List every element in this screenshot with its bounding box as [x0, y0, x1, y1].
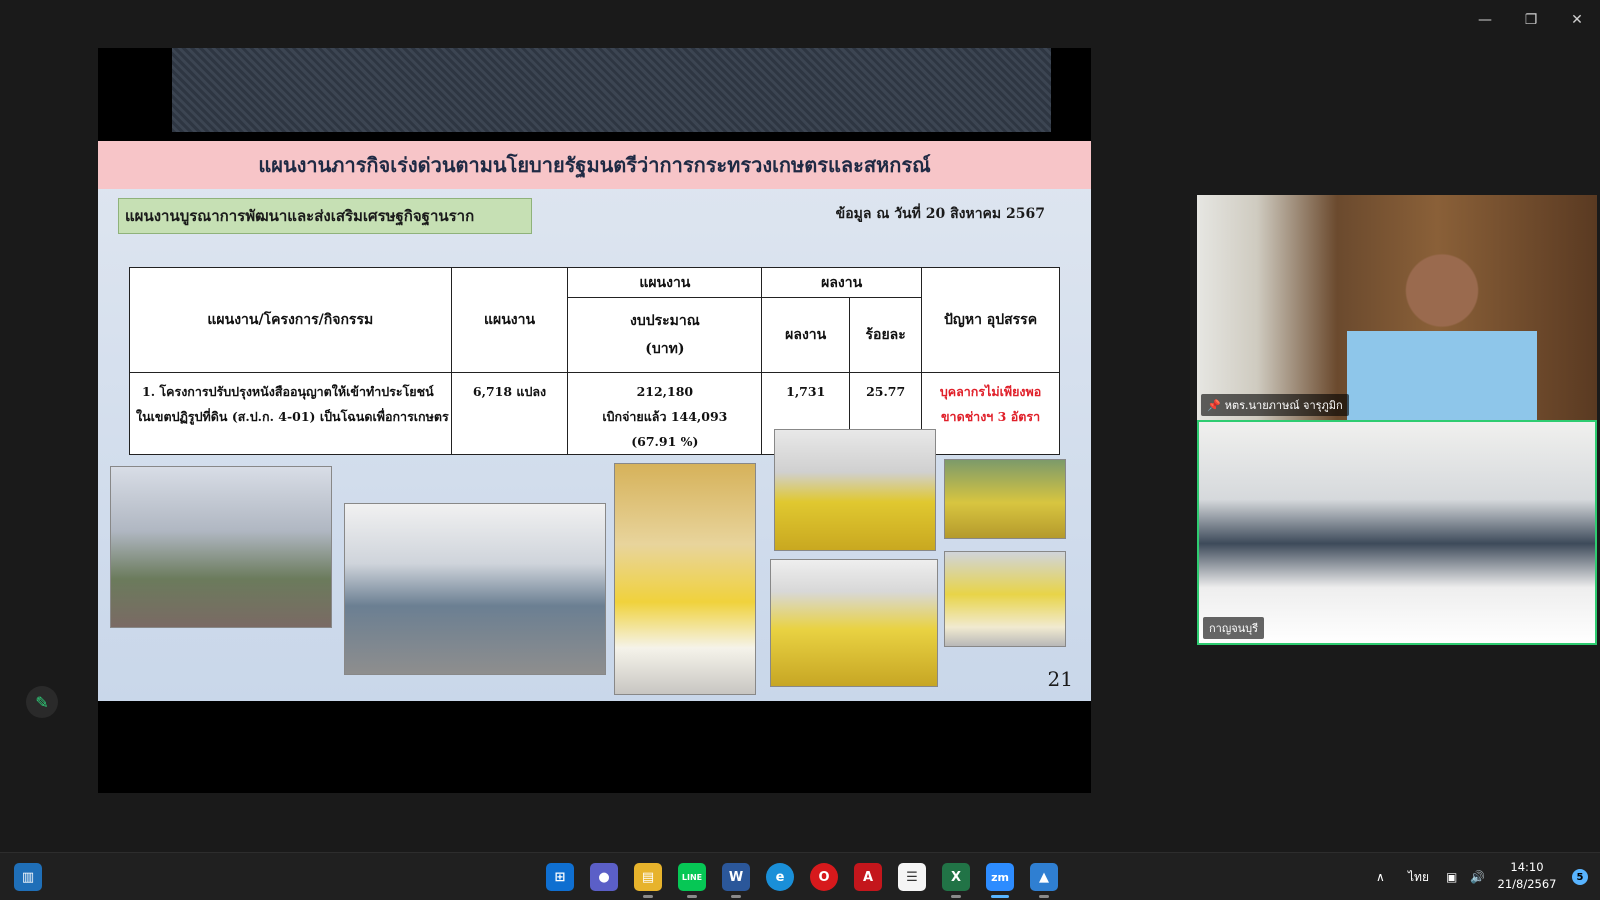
acrobat-icon[interactable]: A: [854, 863, 882, 891]
cell-budget: 212,180 เบิกจ่ายแล้ว 144,093 (67.91 %): [567, 372, 763, 455]
file-explorer-running-indicator: [643, 895, 653, 898]
plan-label: แผนงานบูรณาการพัฒนาและส่งเสริมเศรษฐกิจฐา…: [118, 198, 532, 234]
clock-time: 14:10: [1510, 860, 1544, 874]
video-tile-pinned[interactable]: 📌 หตร.นายภาษณ์ จารุภูมิก: [1197, 195, 1597, 420]
line-running-indicator: [687, 895, 697, 898]
taskbar: ▥ ⊞ ● ▤ LINE W e O A ☰ X zm ▲ ∧ ไทย ▣ 🔊 …: [0, 852, 1600, 900]
cell-problem: บุคลากรไม่เพียงพอ ขาดช่างฯ 3 อัตรา: [921, 372, 1060, 455]
teams-chat-icon[interactable]: ●: [590, 863, 618, 891]
network-icon[interactable]: ▣: [1446, 853, 1457, 900]
slide-header-banner: [172, 48, 1051, 132]
cell-plan: 6,718 แปลง: [450, 372, 569, 455]
word-running-indicator: [731, 895, 741, 898]
header-percent: ร้อยละ: [849, 297, 923, 373]
event-photo-crowd-2: [944, 459, 1066, 539]
file-icon[interactable]: ☰: [898, 863, 926, 891]
photos-running-indicator: [1039, 895, 1049, 898]
minimize-icon[interactable]: —: [1470, 8, 1500, 32]
project-line1: 1. โครงการปรับปรุงหนังสืออนุญาตให้เข้าทำ…: [142, 384, 434, 399]
clock-date: 21/8/2567: [1497, 877, 1557, 891]
restore-icon[interactable]: ❐: [1516, 8, 1546, 32]
header-plan: แผนงาน: [450, 267, 569, 373]
event-photo-registration: [344, 503, 606, 675]
chevron-up-icon[interactable]: ∧: [1376, 853, 1385, 900]
opera-icon[interactable]: O: [810, 863, 838, 891]
widgets-icon[interactable]: ▥: [14, 863, 42, 891]
plan-table: แผนงาน/โครงการ/กิจกรรม แผนงาน แผนงาน ผลง…: [129, 267, 1060, 455]
page-number: 21: [1047, 667, 1073, 691]
event-photo-crowd-1: [774, 429, 936, 551]
video-tile-active-speaker[interactable]: กาญจนบุรี: [1197, 420, 1597, 645]
word-icon[interactable]: W: [722, 863, 750, 891]
participant-video-feed: [1347, 235, 1537, 420]
header-budget-line2: (บาท): [645, 341, 685, 357]
close-icon[interactable]: ✕: [1562, 8, 1592, 32]
pencil-icon[interactable]: ✎: [26, 686, 58, 718]
participant-name: กาญจนบุรี: [1209, 622, 1259, 635]
header-budget-line1: งบประมาณ: [629, 313, 700, 329]
presentation-slide: แผนงานภารกิจเร่งด่วนตามนโยบายรัฐมนตรีว่า…: [98, 141, 1091, 701]
project-line2: ในเขตปฏิรูปที่ดิน (ส.ป.ก. 4-01) เป็นโฉนด…: [136, 409, 449, 424]
cell-project: 1. โครงการปรับปรุงหนังสืออนุญาตให้เข้าทำ…: [129, 372, 452, 455]
event-photo-certificate: [614, 463, 756, 695]
slide-title: แผนงานภารกิจเร่งด่วนตามนโยบายรัฐมนตรีว่า…: [98, 141, 1091, 189]
header-result: ผลงาน: [761, 297, 851, 373]
event-photo-elders: [944, 551, 1066, 647]
problem-line1: บุคลากรไม่เพียงพอ: [939, 384, 1042, 399]
header-result-group: ผลงาน: [761, 267, 923, 298]
header-plan-group: แผนงาน: [567, 267, 763, 298]
budget-spent: เบิกจ่ายแล้ว 144,093: [602, 409, 728, 424]
excel-running-indicator: [951, 895, 961, 898]
budget-value: 212,180: [636, 384, 694, 399]
file-explorer-icon[interactable]: ▤: [634, 863, 662, 891]
edge-icon[interactable]: e: [766, 863, 794, 891]
header-problem: ปัญหา อุปสรรค: [921, 267, 1060, 373]
header-project: แผนงาน/โครงการ/กิจกรรม: [129, 267, 452, 373]
language-indicator[interactable]: ไทย: [1408, 853, 1429, 900]
zoom-active-indicator: [991, 895, 1009, 898]
excel-icon[interactable]: X: [942, 863, 970, 891]
budget-percent: (67.91 %): [631, 434, 699, 449]
start-icon[interactable]: ⊞: [546, 863, 574, 891]
shared-screen: แผนงานภารกิจเร่งด่วนตามนโยบายรัฐมนตรีว่า…: [98, 48, 1091, 793]
clock[interactable]: 14:10 21/8/2567: [1492, 859, 1562, 893]
pin-icon: 📌: [1207, 398, 1221, 412]
event-photo-crowd-3: [770, 559, 938, 687]
participant-name-tag: 📌 หตร.นายภาษณ์ จารุภูมิก: [1201, 394, 1349, 416]
screen: — ❐ ✕ แผนงานภารกิจเร่งด่วนตามนโยบายรัฐมน…: [0, 0, 1600, 900]
photos-icon[interactable]: ▲: [1030, 863, 1058, 891]
volume-icon[interactable]: 🔊: [1470, 853, 1485, 900]
header-budget: งบประมาณ (บาท): [567, 297, 763, 373]
problem-line2: ขาดช่างฯ 3 อัตรา: [941, 409, 1041, 424]
participant-name-tag: กาญจนบุรี: [1203, 617, 1265, 639]
data-date: ข้อมูล ณ วันที่ 20 สิงหาคม 2567: [835, 206, 1045, 222]
zoom-icon[interactable]: zm: [986, 863, 1014, 891]
line-icon[interactable]: LINE: [678, 863, 706, 891]
participant-name: หตร.นายภาษณ์ จารุภูมิก: [1224, 399, 1343, 412]
notification-badge[interactable]: 5: [1572, 869, 1588, 885]
event-photo-hall: [110, 466, 332, 628]
